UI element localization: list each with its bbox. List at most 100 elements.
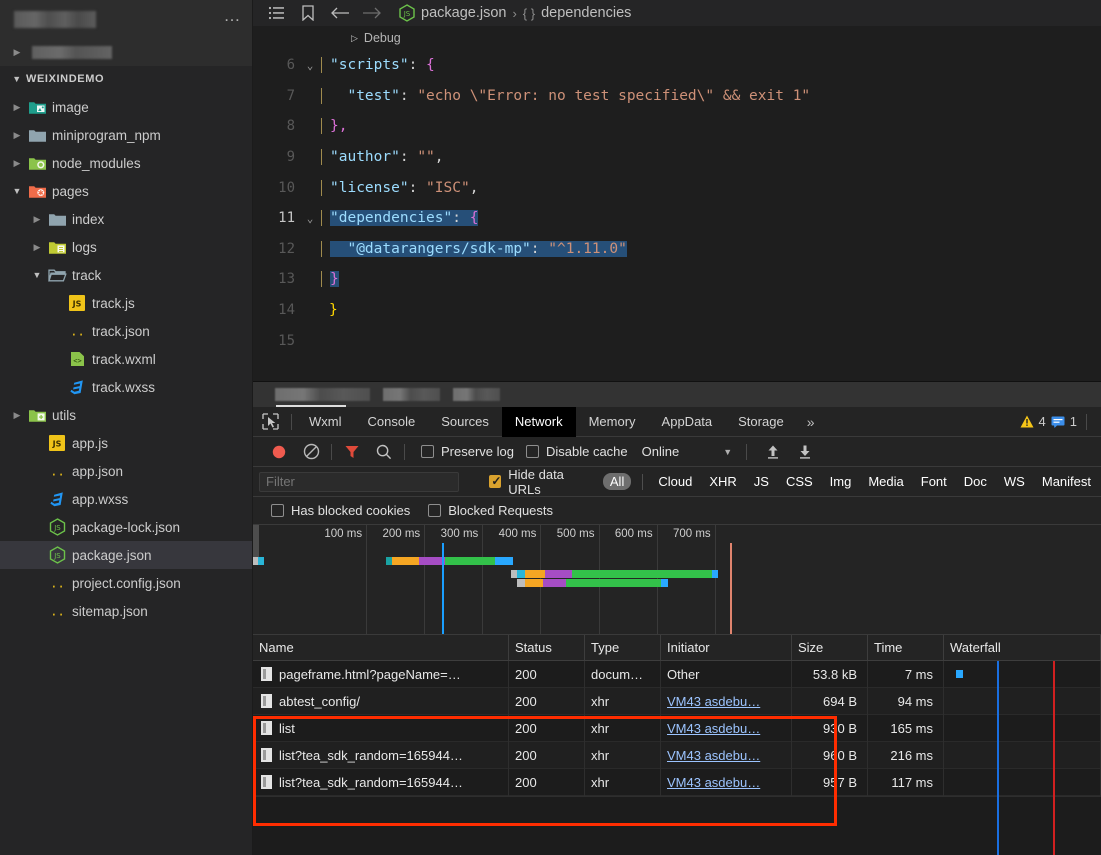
initiator-link[interactable]: VM43 asdebu… [667, 721, 760, 736]
table-row[interactable]: list?tea_sdk_random=165944… 200 xhr VM43 as… [253, 768, 1101, 796]
initiator-link[interactable]: VM43 asdebu… [667, 748, 760, 763]
tree-item-miniprogram-npm[interactable]: ▶ miniprogram_npm [0, 121, 252, 149]
column-header-status[interactable]: Status [509, 635, 585, 661]
filter-chip-js[interactable]: JS [747, 473, 776, 490]
tree-item-package-json[interactable]: JS package.json [0, 541, 252, 569]
message-icon[interactable] [1051, 416, 1065, 428]
code-line: 11 ⌄ "dependencies": { [253, 203, 1101, 234]
search-icon[interactable] [368, 437, 400, 467]
record-circle-icon[interactable] [263, 437, 295, 467]
table-row[interactable]: abtest_config/200 xhr VM43 asdebu… 694 B 94 … [253, 687, 1101, 715]
checkbox-box[interactable] [271, 504, 284, 517]
column-header-initiator[interactable]: Initiator [661, 635, 792, 661]
filter-chip-xhr[interactable]: XHR [702, 473, 743, 490]
filter-chip-doc[interactable]: Doc [957, 473, 994, 490]
preserve-log-checkbox[interactable]: Preserve log [421, 444, 514, 459]
tree-item-utils[interactable]: ▶ utils [0, 401, 252, 429]
network-overview-timeline[interactable]: 100 ms 200 ms 300 ms 400 ms 500 ms 600 ms 700 … [253, 525, 1101, 635]
tree-item-package-lock-json[interactable]: JS package-lock.json [0, 513, 252, 541]
inspect-cursor-icon[interactable] [253, 407, 287, 437]
funnel-icon[interactable] [336, 437, 368, 467]
tree-item-track-js[interactable]: JS track.js [0, 289, 252, 317]
table-row[interactable]: pageframe.html?pageName=… 200 docum… Other 5… [253, 660, 1101, 688]
hide-data-urls-checkbox[interactable]: Hide data URLs [488, 467, 595, 497]
project-folder-header[interactable]: ▼ WEIXINDEMO [0, 66, 252, 91]
initiator-link[interactable]: VM43 asdebu… [667, 775, 760, 790]
download-arrow-icon[interactable] [789, 437, 821, 467]
filter-chip-font[interactable]: Font [914, 473, 954, 490]
filter-input[interactable] [259, 471, 459, 492]
sidebar-section-redacted[interactable]: ▶ [0, 38, 252, 66]
json-icon: {..} [66, 323, 88, 339]
redacted-tab-3[interactable] [453, 388, 500, 401]
folder-log-icon [46, 239, 68, 256]
filter-chip-cloud[interactable]: Cloud [651, 473, 699, 490]
tree-item-image[interactable]: ▶ image [0, 93, 252, 121]
has-blocked-cookies-checkbox[interactable]: Has blocked cookies [271, 503, 410, 518]
checkbox-box[interactable] [525, 445, 539, 458]
checkbox-box[interactable] [421, 445, 434, 458]
column-header-size[interactable]: Size [792, 635, 868, 661]
disable-cache-checkbox[interactable]: Disable cache [525, 444, 628, 459]
column-header-name[interactable]: Name [253, 635, 509, 661]
checkbox-box[interactable] [488, 474, 502, 488]
filter-chip-img[interactable]: Img [823, 473, 859, 490]
throttling-select[interactable]: Online ▼ [642, 444, 733, 459]
filter-chip-ws[interactable]: WS [997, 473, 1032, 490]
table-row[interactable]: list?tea_sdk_random=165944… 200 xhr VM43 as… [253, 741, 1101, 769]
fold-toggle-icon[interactable]: ⌄ [299, 59, 321, 72]
breadcrumb-file[interactable]: package.json [421, 5, 506, 21]
tab-storage[interactable]: Storage [725, 407, 797, 437]
tree-item-pages[interactable]: ▼ pages [0, 177, 252, 205]
cell-waterfall [944, 714, 1101, 742]
tab-memory[interactable]: Memory [576, 407, 649, 437]
tree-item-track-wxml[interactable]: <> track.wxml [0, 345, 252, 373]
tree-item-node-modules[interactable]: ▶ node_modules [0, 149, 252, 177]
more-tabs-icon[interactable]: » [797, 414, 825, 430]
upload-arrow-icon[interactable] [757, 437, 789, 467]
tab-sources[interactable]: Sources [428, 407, 502, 437]
warning-triangle-icon[interactable] [1020, 415, 1034, 428]
bookmark-icon[interactable] [293, 0, 323, 26]
debug-bar[interactable]: ▷ Debug [253, 26, 1101, 50]
filter-chip-media[interactable]: Media [861, 473, 910, 490]
tree-item-label: track.js [92, 295, 135, 311]
column-header-waterfall[interactable]: Waterfall [944, 635, 1101, 661]
tree-item-track-wxss[interactable]: track.wxss [0, 373, 252, 401]
tree-item-index[interactable]: ▶ index [0, 205, 252, 233]
tab-appdata[interactable]: AppData [649, 407, 726, 437]
arrow-left-icon[interactable] [325, 0, 355, 26]
breadcrumb-symbol[interactable]: dependencies [541, 5, 631, 21]
blocked-requests-checkbox[interactable]: Blocked Requests [428, 503, 553, 518]
tree-item-label: node_modules [52, 155, 141, 171]
tree-item-app-js[interactable]: JS app.js [0, 429, 252, 457]
list-icon[interactable] [261, 0, 291, 26]
filter-chip-css[interactable]: CSS [779, 473, 820, 490]
checkbox-box[interactable] [428, 504, 442, 517]
tree-item-track[interactable]: ▼ track [0, 261, 252, 289]
filter-chip-all[interactable]: All [602, 473, 632, 490]
tree-item-app-wxss[interactable]: app.wxss [0, 485, 252, 513]
tree-item-track-json[interactable]: {..} track.json [0, 317, 252, 345]
redacted-tab-1[interactable] [275, 388, 370, 401]
tree-item-logs[interactable]: ▶ logs [0, 233, 252, 261]
tree-item-sitemap-json[interactable]: {..} sitemap.json [0, 597, 252, 625]
arrow-right-icon[interactable] [357, 0, 387, 26]
initiator-link[interactable]: VM43 asdebu… [667, 694, 760, 709]
table-row[interactable]: list 200 xhr VM43 asdebu… 930 B 165 ms [253, 714, 1101, 742]
column-header-time[interactable]: Time [868, 635, 944, 661]
clear-no-entry-icon[interactable] [295, 437, 327, 467]
play-triangle-icon[interactable]: ▷ [351, 33, 358, 44]
more-actions-icon[interactable]: … [224, 7, 243, 27]
tab-console[interactable]: Console [355, 407, 429, 437]
tab-wxml[interactable]: Wxml [296, 407, 355, 437]
fold-toggle-icon[interactable]: ⌄ [299, 212, 321, 225]
tab-network[interactable]: Network [501, 406, 576, 437]
column-header-type[interactable]: Type [585, 635, 661, 661]
filter-chip-manifest[interactable]: Manifest [1035, 473, 1098, 490]
tree-item-app-json[interactable]: {..} app.json [0, 457, 252, 485]
devtools-panel: Wxml Console Sources Network Memory AppData St… [253, 381, 1101, 855]
code-editor[interactable]: 6 ⌄ "scripts": {7 "test": "echo \"Error: n… [253, 50, 1101, 381]
redacted-tab-2[interactable] [383, 388, 440, 401]
tree-item-project-config-json[interactable]: {..} project.config.json [0, 569, 252, 597]
